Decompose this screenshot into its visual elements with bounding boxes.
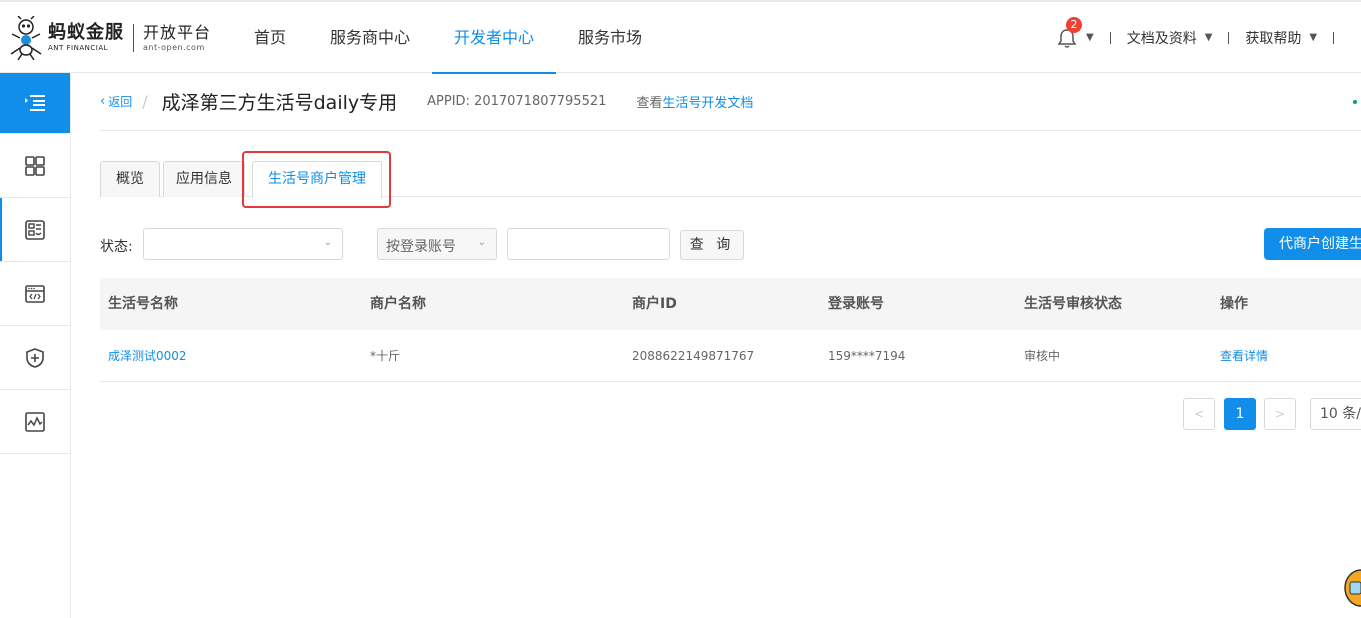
nav-home[interactable]: 首页: [232, 2, 308, 73]
header-divider: [1333, 31, 1335, 44]
column-header: 生活号审核状态: [1024, 296, 1122, 312]
sidebar-item-apps[interactable]: [0, 134, 70, 198]
logo-divider: [133, 24, 134, 52]
chevron-down-icon: ⌄: [323, 237, 332, 248]
breadcrumb-separator: /: [142, 92, 148, 111]
main-nav: 首页 服务商中心 开发者中心 服务市场: [232, 2, 664, 74]
column-header: 操作: [1220, 296, 1248, 312]
header-utilities: 2 ▼ 文档及资料 ▼ 获取帮助 ▼: [1056, 2, 1350, 73]
login-account-cell: 159****7194: [828, 349, 906, 363]
platform-name: 开放平台: [143, 22, 212, 42]
tab-app-info[interactable]: 应用信息: [163, 161, 245, 197]
grid-apps-icon: [25, 155, 45, 176]
nav-service-market[interactable]: 服务市场: [556, 2, 664, 73]
lifestyle-account-icon: [25, 219, 45, 240]
sidebar-item-lifestyle-account[interactable]: [0, 198, 70, 262]
chevron-down-icon[interactable]: ▼: [1309, 32, 1317, 43]
column-header: 生活号名称: [108, 296, 178, 312]
create-lifestyle-account-button[interactable]: 代商户创建生活号: [1264, 228, 1361, 260]
appid-label: APPID: 2017071807795521: [427, 94, 607, 109]
code-window-icon: [25, 284, 45, 303]
top-header: 蚂蚁金服 ANT FINANCIAL 开放平台 ant-open.com 首页 …: [0, 0, 1361, 74]
chart-monitor-icon: [25, 411, 45, 432]
dev-doc-link[interactable]: 生活号开发文档: [662, 96, 753, 111]
query-button[interactable]: 查 询: [680, 230, 744, 260]
tab-overview[interactable]: 概览: [100, 161, 160, 197]
chevron-down-icon[interactable]: ▼: [1086, 32, 1094, 43]
table-header: 生活号名称 商户名称 商户ID 登录账号 生活号审核状态 操作: [100, 278, 1361, 330]
status-dot: [1353, 100, 1357, 104]
sidebar-item-security[interactable]: [0, 326, 70, 390]
sidebar-item-monitor[interactable]: [0, 390, 70, 454]
logo-text-en: ANT FINANCIAL: [48, 44, 109, 52]
help-mascot-icon[interactable]: [1343, 560, 1361, 610]
chevron-down-icon[interactable]: ▼: [1205, 32, 1213, 43]
account-type-select[interactable]: 按登录账号 ⌄: [377, 228, 497, 260]
ant-mascot-icon: [8, 15, 44, 61]
help-menu[interactable]: 获取帮助: [1245, 28, 1301, 48]
lifestyle-name-link[interactable]: 成泽测试0002: [108, 330, 187, 382]
next-page-button[interactable]: >: [1264, 398, 1296, 430]
merchant-table: 生活号名称 商户名称 商户ID 登录账号 生活号审核状态 操作 成泽测试0002…: [100, 278, 1361, 382]
prev-page-button[interactable]: <: [1183, 398, 1215, 430]
platform-domain: ant-open.com: [143, 42, 205, 52]
sidebar: [0, 73, 71, 618]
header-divider: [1109, 31, 1111, 44]
column-header: 登录账号: [828, 296, 884, 312]
highlight-annotation-box: [242, 151, 391, 208]
doc-prefix: 查看: [636, 96, 663, 111]
shield-plus-icon: [26, 347, 44, 368]
doc-hint: 查看生活号开发文档: [636, 92, 753, 111]
chevron-left-icon: ‹: [100, 94, 106, 109]
ant-open-logo[interactable]: 蚂蚁金服 ANT FINANCIAL 开放平台 ant-open.com: [8, 14, 211, 62]
notification-bell-icon[interactable]: 2: [1056, 16, 1082, 49]
status-select[interactable]: ⌄: [143, 228, 343, 260]
page-title: 成泽第三方生活号daily专用: [161, 92, 398, 114]
menu-toggle-button[interactable]: [0, 73, 70, 134]
page-size-select[interactable]: 10 条/页: [1310, 398, 1361, 430]
table-row: 成泽测试0002 *十斤 2088622149871767 159****719…: [100, 330, 1361, 382]
merchant-name-cell: *十斤: [370, 349, 401, 363]
back-link[interactable]: ‹ 返回: [100, 93, 132, 110]
nav-service-provider-center[interactable]: 服务商中心: [308, 2, 432, 73]
chevron-down-icon: ⌄: [477, 237, 486, 248]
page-number-button[interactable]: 1: [1224, 398, 1256, 430]
back-label: 返回: [108, 95, 133, 109]
status-filter-label: 状态:: [100, 239, 133, 255]
merchant-id-cell: 2088622149871767: [632, 349, 755, 363]
view-details-link[interactable]: 查看详情: [1220, 330, 1268, 382]
column-header: 商户ID: [632, 296, 677, 312]
docs-menu[interactable]: 文档及资料: [1127, 28, 1197, 48]
logo-text-cn: 蚂蚁金服: [48, 22, 124, 43]
header-divider: [1228, 31, 1230, 44]
review-status-cell: 审核中: [1024, 349, 1061, 363]
search-input[interactable]: [507, 228, 670, 260]
account-type-value: 按登录账号: [386, 239, 456, 255]
column-header: 商户名称: [370, 296, 426, 312]
notification-count-badge: 2: [1066, 16, 1082, 33]
sidebar-item-develop[interactable]: [0, 262, 70, 326]
nav-developer-center[interactable]: 开发者中心: [432, 2, 557, 74]
page-title-bar: ‹ 返回 / 成泽第三方生活号daily专用 APPID: 2017071807…: [100, 73, 1361, 131]
filter-bar: 状态: ⌄ 按登录账号 ⌄ 查 询 代商户创建生活号: [100, 228, 1361, 260]
menu-toggle-icon: [25, 95, 45, 111]
